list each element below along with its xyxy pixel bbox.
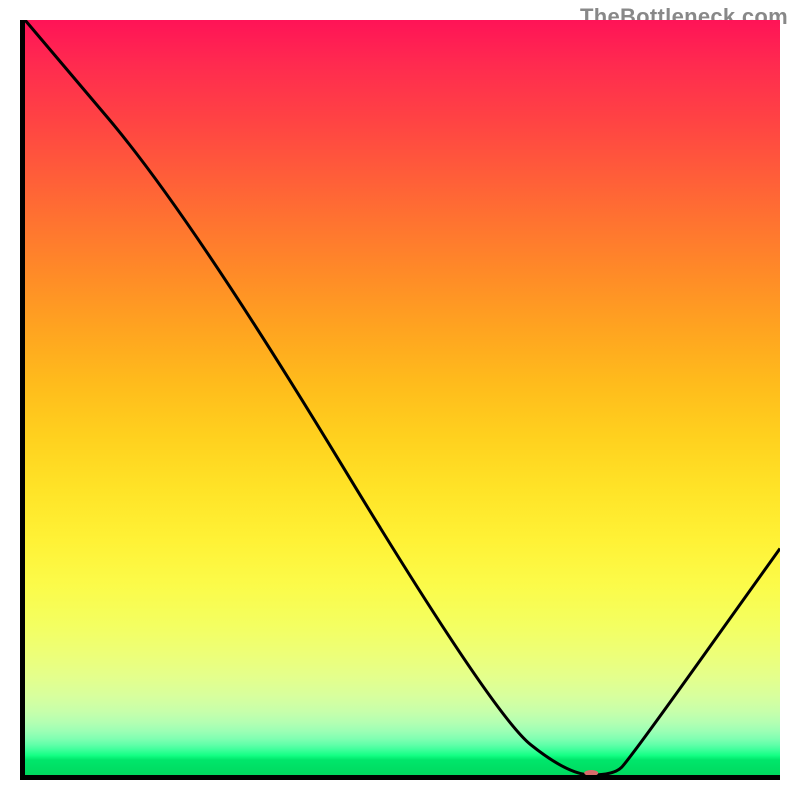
bottleneck-chart: TheBottleneck.com [0, 0, 800, 800]
plot-area [20, 20, 780, 780]
optimal-marker [584, 770, 598, 775]
bottleneck-curve-path [25, 20, 780, 775]
curve-layer [25, 20, 780, 775]
